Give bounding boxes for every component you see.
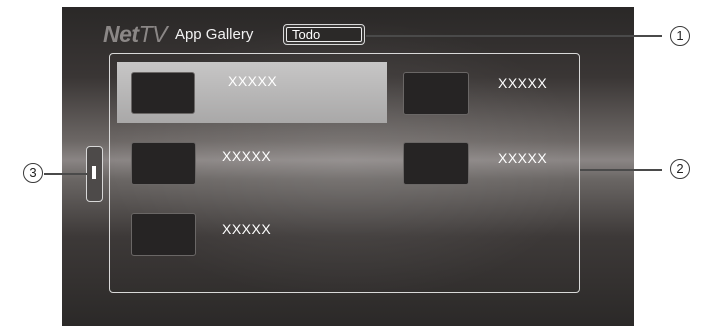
app-tile[interactable]: XXXXX <box>117 204 387 265</box>
scrollbar[interactable] <box>86 146 103 202</box>
logo-tv-text: TV <box>138 20 168 47</box>
callout-leader-line <box>366 35 662 37</box>
app-label: XXXXX <box>228 73 278 89</box>
app-thumbnail <box>131 72 195 114</box>
app-tile[interactable]: XXXXX <box>395 62 575 123</box>
app-label: XXXXX <box>222 221 272 237</box>
callout-marker: 3 <box>23 163 43 183</box>
callout-leader-line <box>44 173 87 175</box>
app-thumbnail <box>131 142 196 185</box>
app-tile[interactable]: XXXXX <box>117 133 387 194</box>
manual-illustration: Net TV App Gallery Todo XXXXX XXXXX XXXX… <box>0 0 701 326</box>
app-label: XXXXX <box>222 148 272 164</box>
app-tile[interactable]: XXXXX <box>395 133 575 194</box>
callout-leader-line <box>580 169 662 171</box>
page-title: App Gallery <box>174 25 254 43</box>
logo-net-text: Net <box>103 20 139 47</box>
nettv-logo: Net TV <box>103 20 168 47</box>
callout-marker: 2 <box>670 159 690 179</box>
app-thumbnail <box>403 142 469 185</box>
callout-marker: 1 <box>670 26 690 46</box>
gallery-header: Net TV App Gallery <box>103 20 253 48</box>
app-tile-selected[interactable]: XXXXX <box>117 62 387 123</box>
category-value: Todo <box>286 27 362 42</box>
app-label: XXXXX <box>498 75 548 91</box>
app-thumbnail <box>403 72 469 115</box>
scrollbar-thumb[interactable] <box>92 166 96 179</box>
app-thumbnail <box>131 213 196 256</box>
app-label: XXXXX <box>498 150 548 166</box>
category-dropdown[interactable]: Todo <box>283 24 365 45</box>
